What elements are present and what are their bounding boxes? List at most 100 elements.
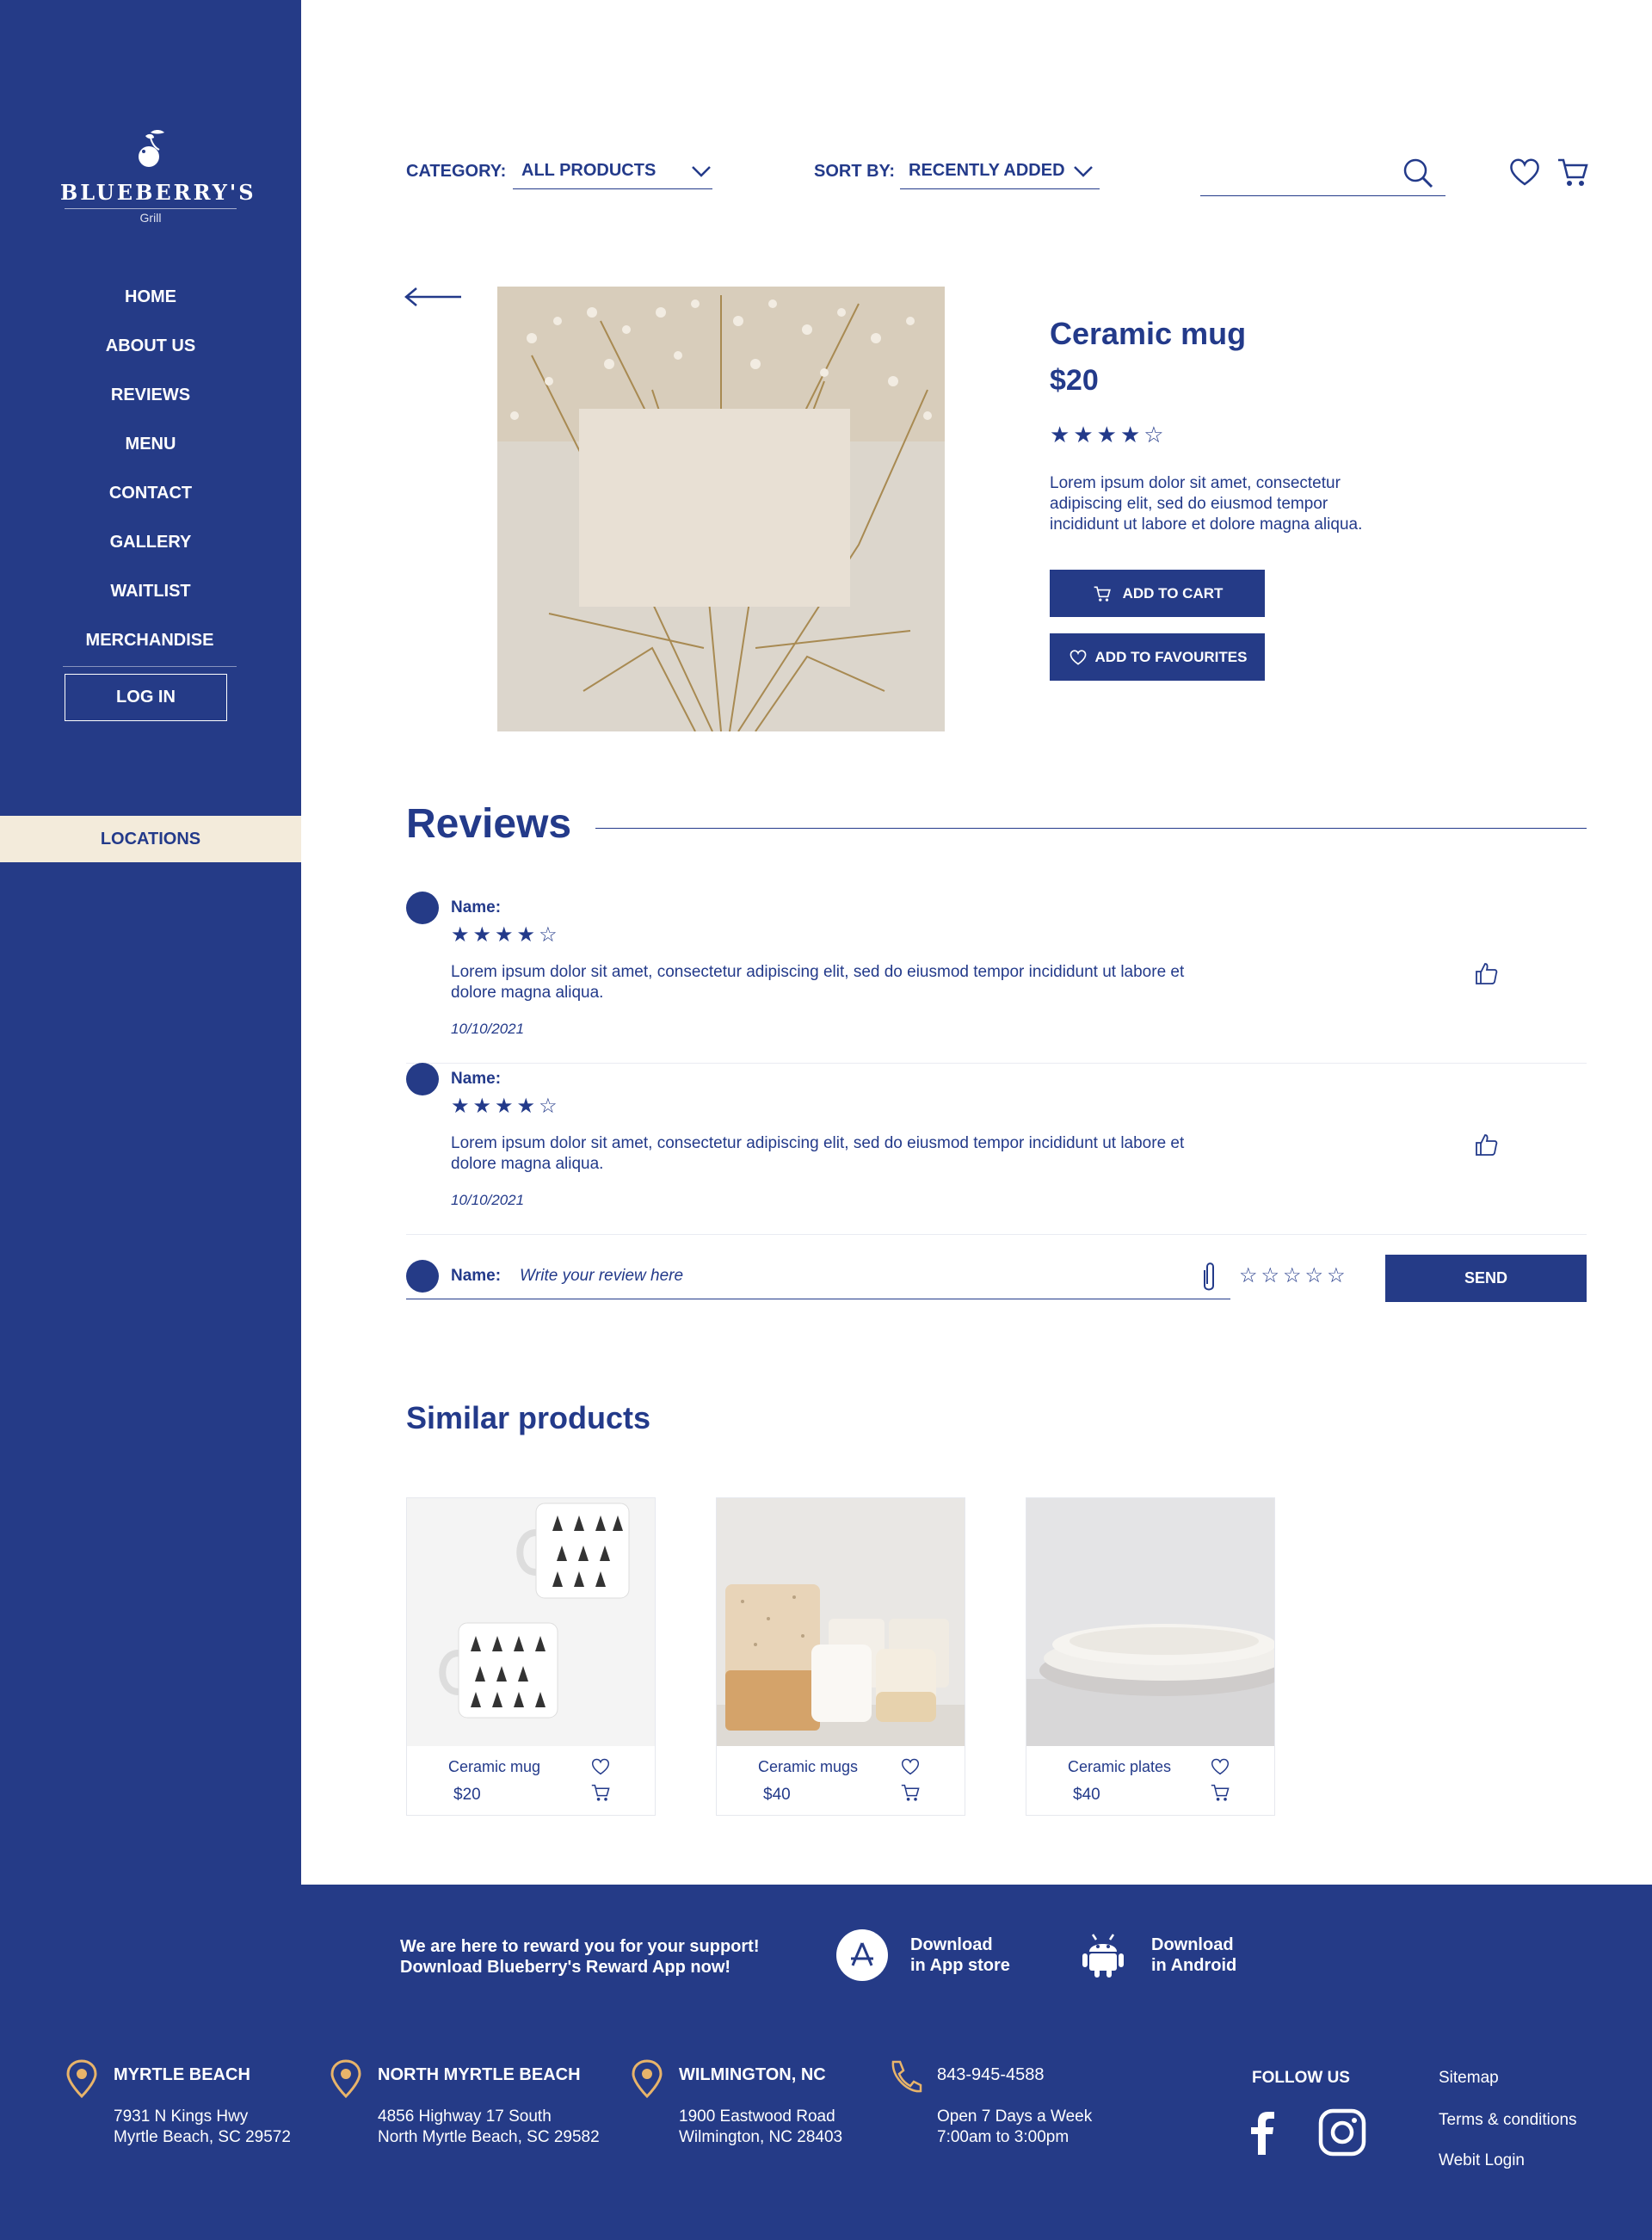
star-filled-icon: ★: [1073, 422, 1097, 447]
star-filled-icon: ★: [1050, 422, 1074, 447]
login-button[interactable]: LOG IN: [65, 674, 227, 721]
reviews-divider: [595, 828, 1587, 829]
star-empty-icon[interactable]: ☆: [1283, 1264, 1305, 1287]
nav-item-waitlist[interactable]: WAITLIST: [0, 578, 301, 627]
star-empty-icon[interactable]: ☆: [1261, 1264, 1284, 1287]
cart-icon[interactable]: [589, 1782, 612, 1803]
write-review-form: Name:: [406, 1255, 1230, 1299]
paperclip-icon[interactable]: [1199, 1262, 1218, 1294]
main-nav: HOME ABOUT US REVIEWS MENU CONTACT GALLE…: [0, 284, 301, 667]
send-button[interactable]: SEND: [1385, 1255, 1587, 1302]
product-card[interactable]: Ceramic mug $20: [406, 1497, 656, 1816]
nav-item-reviews[interactable]: REVIEWS: [0, 382, 301, 431]
category-dropdown[interactable]: ALL PRODUCTS: [513, 153, 712, 189]
write-review-name-label: Name:: [451, 1267, 502, 1285]
similar-products-heading: Similar products: [406, 1400, 651, 1435]
nav-item-gallery[interactable]: GALLERY: [0, 529, 301, 578]
avatar: [406, 892, 439, 924]
star-empty-icon: ☆: [1143, 422, 1168, 447]
sort-dropdown[interactable]: RECENTLY ADDED: [900, 153, 1100, 189]
back-arrow-icon[interactable]: [403, 287, 463, 307]
location-address: 7931 N Kings Hwy Myrtle Beach, SC 29572: [114, 2107, 291, 2148]
product-card[interactable]: Ceramic mugs $40: [716, 1497, 965, 1816]
star-empty-icon[interactable]: ☆: [1239, 1264, 1261, 1287]
location-title: NORTH MYRTLE BEACH: [378, 2065, 581, 2084]
review-date: 10/10/2021: [451, 1192, 525, 1208]
star-empty-icon: ☆: [539, 1095, 561, 1118]
android-icon: [1082, 1934, 1124, 1978]
cart-icon[interactable]: [1209, 1782, 1231, 1803]
product-card-image: [1026, 1498, 1274, 1746]
footer-link-terms[interactable]: Terms & conditions: [1439, 2111, 1577, 2130]
heart-icon[interactable]: [1507, 155, 1542, 189]
star-filled-icon: ★: [495, 1095, 517, 1118]
heart-icon[interactable]: [899, 1756, 922, 1777]
review-rating: ★★★★☆: [451, 1094, 561, 1119]
review-text: Lorem ipsum dolor sit amet, consectetur …: [451, 1134, 1185, 1173]
cart-icon[interactable]: [899, 1782, 922, 1803]
star-empty-icon[interactable]: ☆: [1305, 1264, 1328, 1287]
blueberry-icon: [139, 130, 164, 167]
search-field[interactable]: [1200, 153, 1446, 196]
review-input[interactable]: [520, 1263, 1053, 1289]
address-line: 4856 Highway 17 South: [378, 2107, 552, 2126]
add-to-favourites-label: ADD TO FAVOURITES: [1094, 648, 1248, 665]
category-label: CATEGORY:: [406, 162, 507, 181]
brand-logo[interactable]: BLUEBERRY'S Grill: [60, 127, 254, 225]
search-icon[interactable]: [1401, 156, 1435, 190]
cart-icon[interactable]: [1556, 155, 1590, 189]
android-download[interactable]: Download in Android: [1077, 1929, 1236, 1981]
hours-line: 7:00am to 3:00pm: [937, 2128, 1069, 2146]
facebook-icon[interactable]: [1248, 2108, 1279, 2157]
promo-line: We are here to reward you for your suppo…: [400, 1937, 760, 1956]
nav-item-about-us[interactable]: ABOUT US: [0, 333, 301, 382]
review-date: 10/10/2021: [451, 1021, 525, 1037]
product-card-name: Ceramic mug: [448, 1758, 541, 1775]
brand-divider: [65, 208, 237, 209]
product-card-price: $20: [453, 1786, 481, 1804]
map-pin-icon: [66, 2059, 97, 2098]
product-price: $20: [1050, 364, 1099, 397]
product-card-name: Ceramic plates: [1068, 1758, 1172, 1775]
nav-item-merchandise[interactable]: MERCHANDISE: [63, 627, 237, 667]
thumbs-up-icon[interactable]: [1473, 960, 1499, 986]
product-rating: ★★★★☆: [1050, 422, 1168, 448]
product-card-image: [407, 1498, 655, 1746]
map-pin-icon: [632, 2059, 663, 2098]
locations-tab[interactable]: LOCATIONS: [0, 816, 301, 862]
heart-icon[interactable]: [1209, 1756, 1231, 1777]
write-review-rating[interactable]: ☆☆☆☆☆: [1239, 1263, 1349, 1288]
product-card[interactable]: Ceramic plates $40: [1026, 1497, 1275, 1816]
address-line: 1900 Eastwood Road: [679, 2107, 835, 2126]
nav-item-menu[interactable]: MENU: [0, 431, 301, 480]
opening-hours: Open 7 Days a Week 7:00am to 3:00pm: [937, 2107, 1092, 2148]
heart-icon[interactable]: [589, 1756, 612, 1777]
star-filled-icon: ★: [451, 1095, 473, 1118]
footer-link-sitemap[interactable]: Sitemap: [1439, 2069, 1499, 2088]
footer-link-webit-login[interactable]: Webit Login: [1439, 2151, 1525, 2170]
star-filled-icon: ★: [516, 1095, 539, 1118]
address-line: Wilmington, NC 28403: [679, 2128, 843, 2146]
review-text: Lorem ipsum dolor sit amet, consectetur …: [451, 963, 1185, 1002]
nav-item-contact[interactable]: CONTACT: [0, 480, 301, 529]
location-title: WILMINGTON, NC: [679, 2065, 826, 2084]
reviews-heading: Reviews: [406, 801, 572, 847]
thumbs-up-icon[interactable]: [1473, 1132, 1499, 1157]
cart-icon: [1094, 585, 1111, 602]
brand-subtitle: Grill: [139, 211, 162, 225]
dried-flowers-image: [497, 287, 945, 731]
add-to-cart-button[interactable]: ADD TO CART: [1050, 570, 1265, 617]
location-address: 4856 Highway 17 South North Myrtle Beach…: [378, 2107, 600, 2148]
appstore-download[interactable]: Download in App store: [836, 1929, 1010, 1981]
add-to-favourites-button[interactable]: ADD TO FAVOURITES: [1050, 633, 1265, 681]
instagram-icon[interactable]: [1318, 2108, 1366, 2157]
phone-number[interactable]: 843-945-4588: [937, 2065, 1045, 2085]
review-rating: ★★★★☆: [451, 923, 561, 947]
avatar: [406, 1063, 439, 1095]
location-title: MYRTLE BEACH: [114, 2065, 250, 2084]
search-input[interactable]: [1200, 162, 1407, 188]
nav-item-home[interactable]: HOME: [0, 284, 301, 333]
star-empty-icon[interactable]: ☆: [1327, 1264, 1349, 1287]
address-line: 7931 N Kings Hwy: [114, 2107, 249, 2126]
promo-line: Download Blueberry's Reward App now!: [400, 1958, 731, 1977]
